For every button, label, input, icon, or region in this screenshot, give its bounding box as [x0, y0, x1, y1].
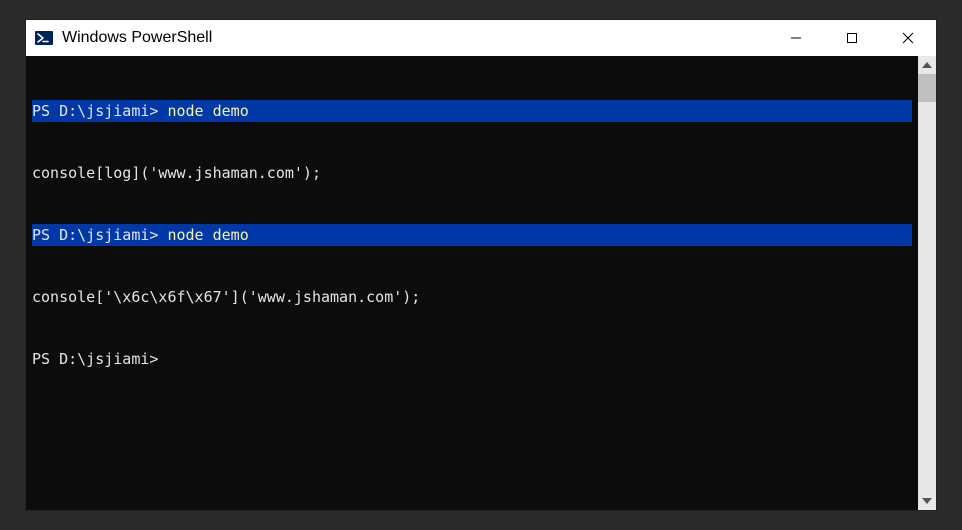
prompt: PS D:\jsjiami> — [32, 101, 167, 121]
terminal-line: PS D:\jsjiami> node demo — [32, 224, 912, 246]
scroll-track[interactable] — [918, 74, 936, 492]
powershell-window: Windows PowerShell PS D:\jsjiami> node d… — [26, 20, 936, 510]
terminal-wrapper: PS D:\jsjiami> node demo console[log]('w… — [26, 56, 936, 510]
terminal[interactable]: PS D:\jsjiami> node demo console[log]('w… — [26, 56, 918, 510]
prompt: PS D:\jsjiami> — [32, 225, 167, 245]
minimize-button[interactable] — [768, 20, 824, 56]
prompt: PS D:\jsjiami> — [32, 349, 158, 369]
terminal-line: console['\x6c\x6f\x67']('www.jshaman.com… — [32, 286, 912, 308]
scroll-down-button[interactable] — [918, 492, 936, 510]
terminal-line: PS D:\jsjiami> node demo — [32, 100, 912, 122]
powershell-icon — [34, 28, 54, 48]
terminal-line: console[log]('www.jshaman.com'); — [32, 162, 912, 184]
output-text: console['\x6c\x6f\x67']('www.jshaman.com… — [32, 287, 420, 307]
scroll-up-button[interactable] — [918, 56, 936, 74]
command-text: node demo — [167, 101, 248, 121]
scroll-thumb[interactable] — [918, 74, 936, 102]
window-controls — [768, 20, 936, 56]
titlebar[interactable]: Windows PowerShell — [26, 20, 936, 56]
scrollbar[interactable] — [918, 56, 936, 510]
maximize-button[interactable] — [824, 20, 880, 56]
output-text: console[log]('www.jshaman.com'); — [32, 163, 321, 183]
window-title: Windows PowerShell — [62, 29, 768, 47]
terminal-line: PS D:\jsjiami> — [32, 348, 912, 370]
command-text: node demo — [167, 225, 248, 245]
close-button[interactable] — [880, 20, 936, 56]
